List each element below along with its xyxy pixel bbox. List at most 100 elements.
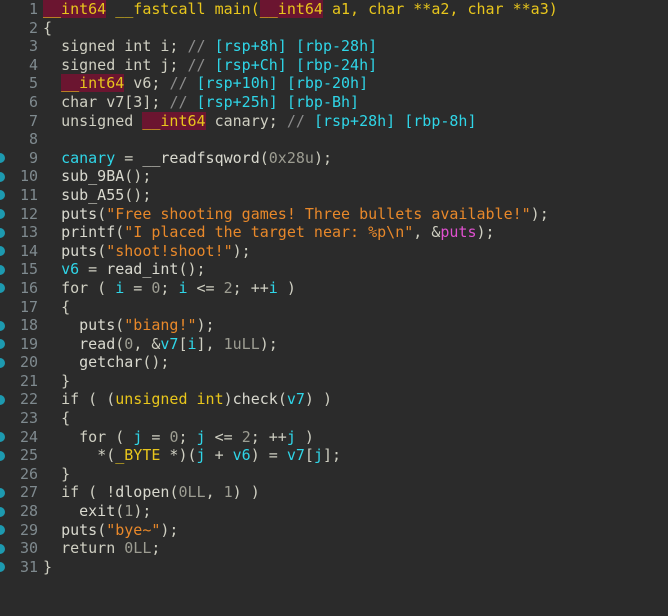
navigation-dot-icon (0, 264, 5, 275)
code-text[interactable]: sub_A55(); (40, 186, 151, 205)
code-line[interactable]: 22 if ( (unsigned int)check(v7) ) (0, 390, 668, 409)
line-marker-dot[interactable] (0, 316, 11, 335)
code-token: *( (97, 446, 116, 465)
line-marker-dot[interactable] (0, 502, 11, 521)
code-line[interactable]: 13 printf("I placed the target near: %p\… (0, 223, 668, 242)
line-marker-dot[interactable] (0, 446, 11, 465)
code-line[interactable]: 23 { (0, 409, 668, 428)
code-text[interactable]: *(_BYTE *)(j + v6) = v7[j]; (40, 446, 341, 465)
code-line[interactable]: 11 sub_A55(); (0, 186, 668, 205)
code-text[interactable]: __int64 __fastcall main(__int64 a1, char… (40, 0, 558, 19)
code-text[interactable]: printf("I placed the target near: %p\n",… (40, 223, 494, 242)
code-line[interactable]: 14 puts("shoot!shoot!"); (0, 242, 668, 261)
code-text[interactable]: } (40, 558, 52, 577)
code-line[interactable]: 1 __int64 __fastcall main(__int64 a1, cha… (0, 0, 668, 19)
navigation-dot-icon (0, 339, 5, 350)
code-token: ) (223, 390, 233, 409)
code-line[interactable]: 3 signed int i; // [rsp+8h] [rbp-28h] (0, 37, 668, 56)
code-text[interactable]: { (40, 19, 52, 38)
code-line[interactable]: 31} (0, 558, 668, 577)
code-line[interactable]: 2{ (0, 19, 668, 38)
code-text[interactable]: read(0, &v7[i], 1uLL); (40, 335, 278, 354)
line-number: 24 (19, 427, 38, 446)
code-text[interactable]: { (40, 298, 70, 317)
line-marker-dot[interactable] (0, 521, 11, 540)
code-line[interactable]: 21 } (0, 372, 668, 391)
line-marker-dot[interactable] (0, 260, 11, 279)
line-marker-dot[interactable] (0, 242, 11, 261)
line-marker-dot[interactable] (0, 186, 11, 205)
code-text[interactable]: unsigned __int64 canary; // [rsp+28h] [r… (40, 111, 477, 131)
line-marker-dot[interactable] (0, 167, 11, 186)
code-text[interactable]: getchar(); (40, 353, 169, 372)
code-text[interactable]: char v7[3]; // [rsp+25h] [rbp-Bh] (40, 93, 359, 112)
code-text[interactable]: } (40, 465, 70, 484)
line-marker-dot[interactable] (0, 428, 11, 447)
code-text[interactable]: puts("Free shooting games! Three bullets… (40, 205, 549, 224)
code-text[interactable]: canary = __readfsqword(0x28u); (40, 149, 332, 168)
code-text[interactable]: { (40, 409, 70, 428)
code-line[interactable]: 18 puts("biang!"); (0, 316, 668, 335)
line-number: 13 (19, 223, 38, 242)
line-marker-dot[interactable] (0, 483, 11, 502)
code-text[interactable]: for ( i = 0; i <= 2; ++i ) (40, 279, 296, 298)
code-line[interactable]: 19 read(0, &v7[i], 1uLL); (0, 335, 668, 354)
code-text[interactable]: return 0LL; (40, 539, 160, 558)
code-line[interactable]: 12 puts("Free shooting games! Three bull… (0, 205, 668, 224)
code-line[interactable]: 27 if ( !dlopen(0LL, 1) ) (0, 483, 668, 502)
code-line[interactable]: 24 for ( j = 0; j <= 2; ++j ) (0, 428, 668, 447)
code-text[interactable]: exit(1); (40, 502, 151, 521)
code-line[interactable]: 25 *(_BYTE *)(j + v6) = v7[j]; (0, 446, 668, 465)
code-text[interactable]: sub_9BA(); (40, 167, 151, 186)
code-text[interactable]: if ( !dlopen(0LL, 1) ) (40, 483, 260, 502)
code-line[interactable]: 5 __int64 v6; // [rsp+10h] [rbp-20h] (0, 74, 668, 93)
code-text[interactable]: signed int j; // [rsp+Ch] [rbp-24h] (40, 56, 377, 75)
code-token: _BYTE (115, 446, 161, 465)
code-line[interactable]: 15 v6 = read_int(); (0, 260, 668, 279)
code-text[interactable]: for ( j = 0; j <= 2; ++j ) (40, 428, 314, 447)
code-line[interactable]: 8 (0, 130, 668, 149)
code-line[interactable]: 28 exit(1); (0, 502, 668, 521)
code-line[interactable]: 29 puts("bye~"); (0, 521, 668, 540)
line-marker-dot[interactable] (0, 279, 11, 298)
code-token: __readfsqword (142, 148, 260, 167)
code-line[interactable]: 7 unsigned __int64 canary; // [rsp+28h] … (0, 111, 668, 131)
code-text[interactable]: puts("bye~"); (40, 521, 178, 540)
line-marker-dot[interactable] (0, 390, 11, 409)
code-text[interactable]: if ( (unsigned int)check(v7) ) (40, 390, 332, 409)
code-line[interactable]: 10 sub_9BA(); (0, 167, 668, 186)
line-number: 10 (19, 167, 38, 186)
line-marker-dot[interactable] (0, 558, 11, 577)
code-line[interactable]: 30 return 0LL; (0, 539, 668, 558)
line-marker-dot[interactable] (0, 205, 11, 224)
line-marker-dot[interactable] (0, 335, 11, 354)
code-line[interactable]: 9 canary = __readfsqword(0x28u); (0, 149, 668, 168)
code-text[interactable]: v6 = read_int(); (40, 260, 206, 279)
code-token: } (43, 557, 53, 576)
code-line[interactable]: 26 } (0, 465, 668, 484)
code-text[interactable]: __int64 v6; // [rsp+10h] [rbp-20h] (40, 74, 368, 93)
line-marker-dot[interactable] (0, 539, 11, 558)
code-listing[interactable]: 1 __int64 __fastcall main(__int64 a1, cha… (0, 0, 668, 576)
line-marker-dot[interactable] (0, 353, 11, 372)
pseudocode-view[interactable]: 1 __int64 __fastcall main(__int64 a1, cha… (0, 0, 668, 616)
code-token: j (196, 446, 206, 465)
code-line[interactable]: 6 char v7[3]; // [rsp+25h] [rbp-Bh] (0, 93, 668, 112)
line-number: 14 (19, 241, 38, 260)
code-line[interactable]: 4 signed int j; // [rsp+Ch] [rbp-24h] (0, 56, 668, 75)
code-line[interactable]: 20 getchar(); (0, 353, 668, 372)
code-token: ( (115, 502, 125, 521)
code-token: ( (97, 241, 107, 260)
code-text[interactable]: signed int i; // [rsp+8h] [rbp-28h] (40, 37, 377, 56)
code-line[interactable]: 16 for ( i = 0; i <= 2; ++i ) (0, 279, 668, 298)
line-marker-dot[interactable] (0, 149, 11, 168)
line-marker-dot[interactable] (0, 223, 11, 242)
code-text[interactable]: } (40, 372, 70, 391)
code-text[interactable]: puts("biang!"); (40, 316, 214, 335)
code-text[interactable]: puts("shoot!shoot!"); (40, 242, 251, 261)
code-line[interactable]: 17 { (0, 298, 668, 317)
line-number: 7 (28, 111, 38, 130)
line-number: 30 (19, 539, 38, 558)
